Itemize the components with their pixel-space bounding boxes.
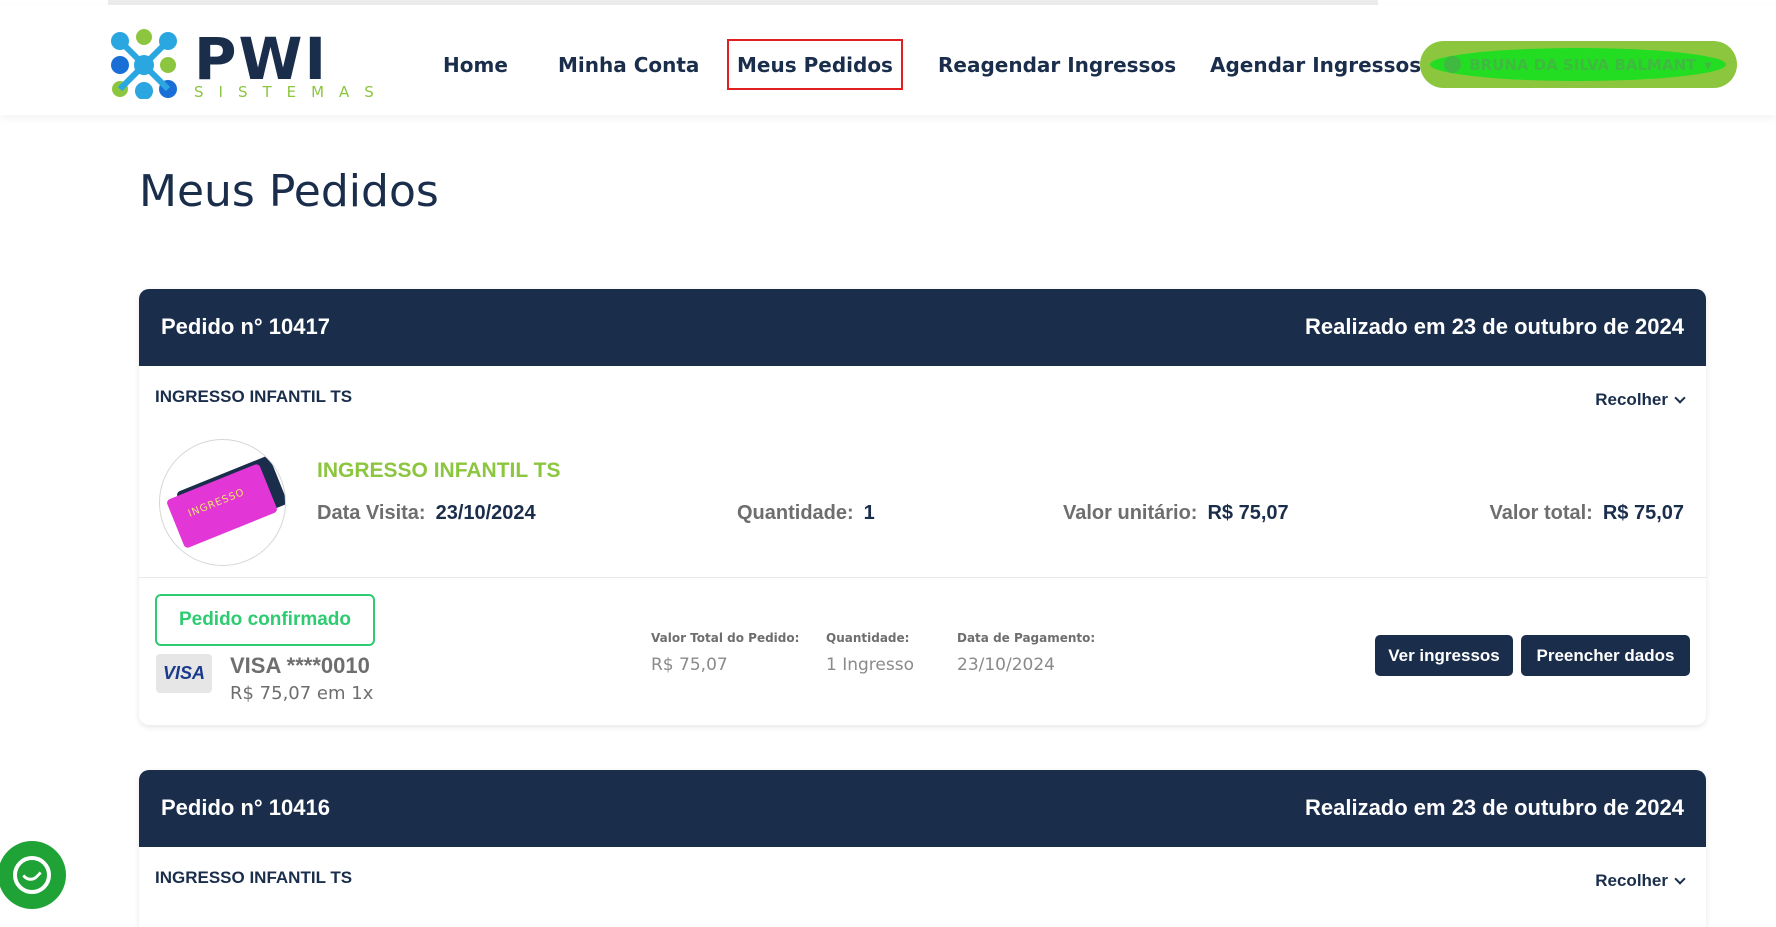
quantidade: Quantidade: 1 [737,502,875,525]
order-date: Realizado em 23 de outubro de 2024 [1304,795,1684,820]
data-visita-label: Data Visita: [317,502,426,524]
valor-total-value: R$ 75,07 [1602,502,1684,524]
order-header: Pedido n° 10417 Realizado em 23 de outub… [139,289,1706,366]
card-number: VISA ****0010 [230,653,370,678]
user-name: BRUNA DA SILVA BALMANT [1469,55,1697,74]
valor-unitario-label: Valor unitário: [1063,502,1198,524]
valor-total: Valor total: R$ 75,07 [1489,502,1684,525]
card-amount: R$ 75,07 em 1x [230,683,374,704]
order-card: Pedido n° 10417 Realizado em 23 de outub… [139,289,1706,725]
summary-qty-label: Quantidade: [826,631,910,645]
nav-reagendar-ingressos[interactable]: Reagendar Ingressos [938,39,1176,90]
data-visita: Data Visita: 23/10/2024 [317,502,536,525]
page-title: Meus Pedidos [139,166,439,217]
order-number: Pedido n° 10416 [161,795,330,820]
quantidade-value: 1 [863,502,875,524]
valor-total-label: Valor total: [1489,502,1593,524]
valor-unitario-value: R$ 75,07 [1207,502,1289,524]
product-title: INGRESSO INFANTIL TS [317,459,561,482]
logo-mark-icon [111,29,177,99]
phone-icon [22,865,42,885]
summary-qty: Quantidade: 1 Ingresso [826,631,914,675]
summary-pay-label: Data de Pagamento: [957,631,1096,645]
summary-total-value: R$ 75,07 [651,655,728,675]
whatsapp-button[interactable] [0,841,66,909]
pwi-logo[interactable]: PWI SISTEMAS [108,25,374,101]
collapse-label: Recolher [1595,871,1668,890]
summary-total: Valor Total do Pedido: R$ 75,07 [651,631,799,675]
quantidade-label: Quantidade: [737,502,854,524]
order-item-name: INGRESSO INFANTIL TS [155,387,353,406]
nav-home[interactable]: Home [443,39,508,90]
valor-unitario: Valor unitário: R$ 75,07 [1063,502,1289,525]
summary-pay-value: 23/10/2024 [957,655,1055,675]
whatsapp-icon [13,856,51,894]
nav-meus-pedidos[interactable]: Meus Pedidos [727,39,903,90]
order-date: Realizado em 23 de outubro de 2024 [1304,314,1684,339]
order-item-name: INGRESSO INFANTIL TS [155,868,353,887]
user-icon [1444,56,1462,73]
user-menu-button[interactable]: BRUNA DA SILVA BALMANT ▾ [1420,41,1737,88]
collapse-toggle[interactable]: Recolher [1595,871,1686,891]
preencher-dados-button[interactable]: Preencher dados [1521,635,1690,676]
order-header: Pedido n° 10416 Realizado em 23 de outub… [139,770,1706,847]
status-badge: Pedido confirmado [155,594,375,646]
order-card: Pedido n° 10416 Realizado em 23 de outub… [139,770,1706,927]
visa-card-icon: VISA [156,654,212,693]
collapse-label: Recolher [1595,390,1668,409]
caret-down-icon: ▾ [1704,55,1712,74]
chevron-down-icon [1674,873,1686,885]
data-visita-value: 23/10/2024 [435,502,536,524]
collapse-toggle[interactable]: Recolher [1595,390,1686,410]
summary-total-label: Valor Total do Pedido: [651,631,800,645]
site-header: PWI SISTEMAS Home Minha Conta Meus Pedid… [0,5,1776,115]
nav-minha-conta[interactable]: Minha Conta [558,39,699,90]
ver-ingressos-button[interactable]: Ver ingressos [1375,635,1513,676]
order-number: Pedido n° 10417 [161,314,330,339]
ticket-label: INGRESSO [186,486,247,520]
logo-subtitle: SISTEMAS [194,83,389,101]
chevron-down-icon [1674,392,1686,404]
user-menu-highlight: BRUNA DA SILVA BALMANT ▾ [1430,48,1726,81]
summary-pay-date: Data de Pagamento: 23/10/2024 [957,631,1095,675]
summary-qty-value: 1 Ingresso [826,655,914,675]
product-image: INGRESSO [159,439,286,566]
nav-agendar-ingressos[interactable]: Agendar Ingressos [1210,39,1421,90]
logo-wordmark: PWI [194,25,329,93]
divider [139,577,1706,578]
